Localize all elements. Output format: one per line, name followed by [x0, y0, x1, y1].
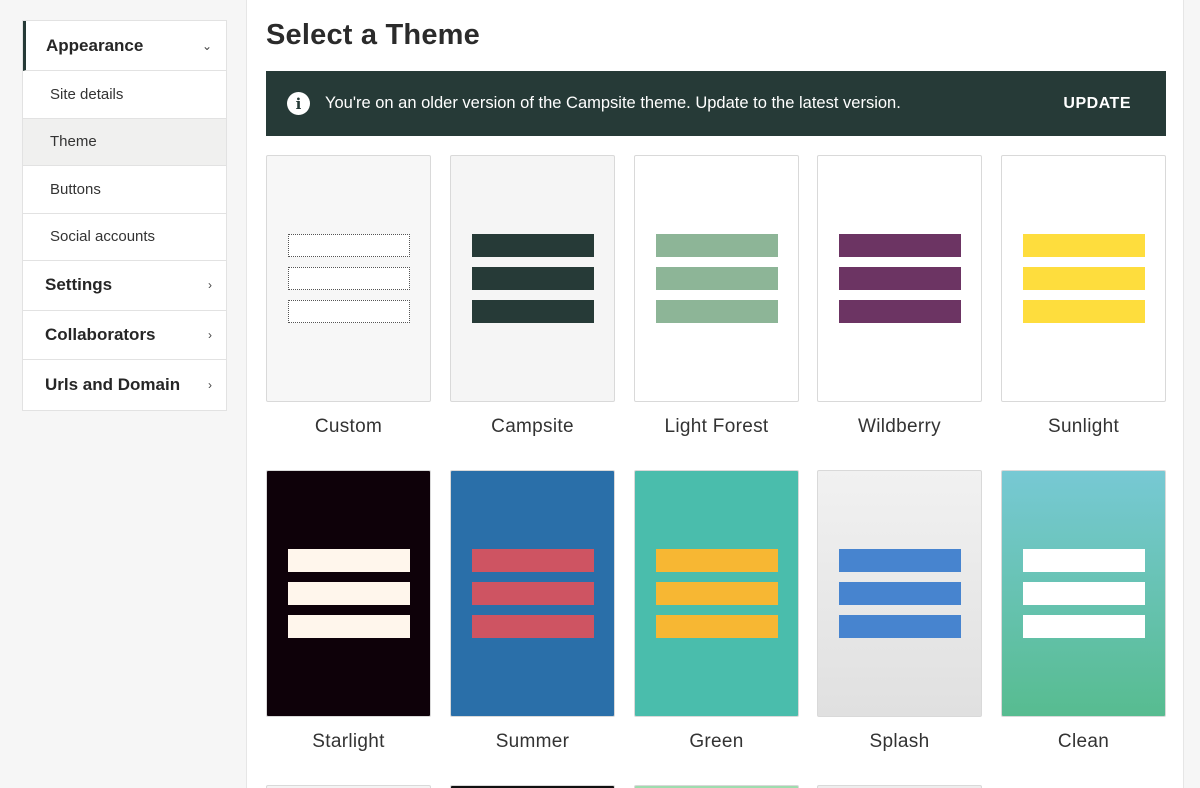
preview-button-bar [472, 582, 594, 605]
sidebar-item-urls-and-domain[interactable]: Urls and Domain › [23, 360, 226, 410]
update-button[interactable]: UPDATE [1063, 95, 1131, 113]
theme-preview [266, 155, 431, 402]
preview-button-bar [472, 549, 594, 572]
preview-button-bar [656, 549, 778, 572]
chevron-right-icon: › [208, 327, 212, 342]
sidebar-item-appearance[interactable]: Appearance ⌄ [23, 21, 226, 71]
chevron-right-icon: › [208, 377, 212, 392]
info-icon: i [287, 92, 310, 115]
theme-card-light-forest[interactable]: Light Forest [634, 155, 799, 438]
theme-preview [266, 470, 431, 717]
preview-button-bar [656, 582, 778, 605]
theme-preview [1001, 155, 1166, 402]
theme-name: Custom [314, 416, 383, 437]
preview-button-bar [839, 549, 961, 572]
preview-button-bar [839, 267, 961, 290]
preview-button-bar [288, 615, 410, 638]
sidebar-item-collaborators[interactable]: Collaborators › [23, 311, 226, 360]
theme-name: Campsite [491, 416, 574, 437]
theme-name: Green [689, 731, 744, 752]
theme-card-wildberry[interactable]: Wildberry [817, 155, 982, 438]
chevron-right-icon: › [208, 278, 212, 293]
theme-name: Starlight [312, 731, 385, 752]
preview-button-bar [1023, 300, 1145, 323]
sidebar-subitem-buttons[interactable]: Buttons [23, 166, 226, 214]
preview-button-bar [472, 267, 594, 290]
theme-name: Wildberry [858, 416, 941, 437]
theme-name: Sunlight [1047, 416, 1120, 437]
theme-name: Splash [869, 731, 930, 752]
preview-button-bar [472, 234, 594, 257]
preview-button-bar [1023, 615, 1145, 638]
sidebar-subitem-theme[interactable]: Theme [23, 118, 226, 166]
preview-button-bar [839, 615, 961, 638]
theme-preview [450, 470, 615, 717]
sidebar-item-label: Urls and Domain [45, 374, 181, 394]
main-panel: Select a Theme i You're on an older vers… [246, 0, 1184, 788]
preview-button-bar [288, 549, 410, 572]
sidebar-item-label: Settings [45, 275, 113, 295]
theme-preview [450, 155, 615, 402]
theme-name: Clean [1057, 731, 1110, 752]
theme-card-campsite[interactable]: Campsite [450, 155, 615, 438]
update-notice-banner: i You're on an older version of the Camp… [266, 71, 1166, 136]
preview-button-bar [288, 234, 410, 257]
sidebar-item-label: Collaborators [45, 324, 156, 344]
preview-button-bar [839, 582, 961, 605]
sidebar-item-label: Appearance [46, 35, 144, 55]
preview-button-bar [656, 615, 778, 638]
preview-button-bar [1023, 549, 1145, 572]
preview-button-bar [656, 300, 778, 323]
theme-preview [634, 470, 799, 717]
theme-preview [817, 470, 982, 717]
sidebar-subitem-site-details[interactable]: Site details [23, 71, 226, 119]
preview-button-bar [839, 300, 961, 323]
preview-button-bar [1023, 582, 1145, 605]
theme-preview [817, 155, 982, 402]
preview-button-bar [472, 300, 594, 323]
theme-preview [1001, 470, 1166, 717]
chevron-down-icon: ⌄ [201, 38, 212, 53]
settings-sidebar: Appearance ⌄ Site details Theme Buttons … [22, 20, 227, 411]
sidebar-item-settings[interactable]: Settings › [23, 261, 226, 311]
preview-button-bar [1023, 234, 1145, 257]
preview-button-bar [839, 234, 961, 257]
sidebar-subitem-social-accounts[interactable]: Social accounts [23, 214, 226, 261]
theme-card-clean[interactable]: Clean [1001, 470, 1166, 753]
theme-card-custom[interactable]: Custom [266, 155, 431, 438]
preview-button-bar [656, 267, 778, 290]
preview-button-bar [1023, 267, 1145, 290]
theme-card-summer[interactable]: Summer [450, 470, 615, 753]
theme-card-green[interactable]: Green [634, 470, 799, 753]
theme-card-splash[interactable]: Splash [817, 470, 982, 753]
preview-button-bar [288, 582, 410, 605]
preview-button-bar [472, 615, 594, 638]
theme-card-starlight[interactable]: Starlight [266, 470, 431, 753]
theme-name: Light Forest [664, 416, 769, 437]
theme-name: Summer [495, 731, 570, 752]
preview-button-bar [656, 234, 778, 257]
theme-preview [634, 155, 799, 402]
notice-text: You're on an older version of the Campsi… [325, 94, 901, 112]
preview-button-bar [288, 300, 410, 323]
theme-card-sunlight[interactable]: Sunlight [1001, 155, 1166, 438]
preview-button-bar [288, 267, 410, 290]
page-title: Select a Theme [266, 19, 480, 51]
